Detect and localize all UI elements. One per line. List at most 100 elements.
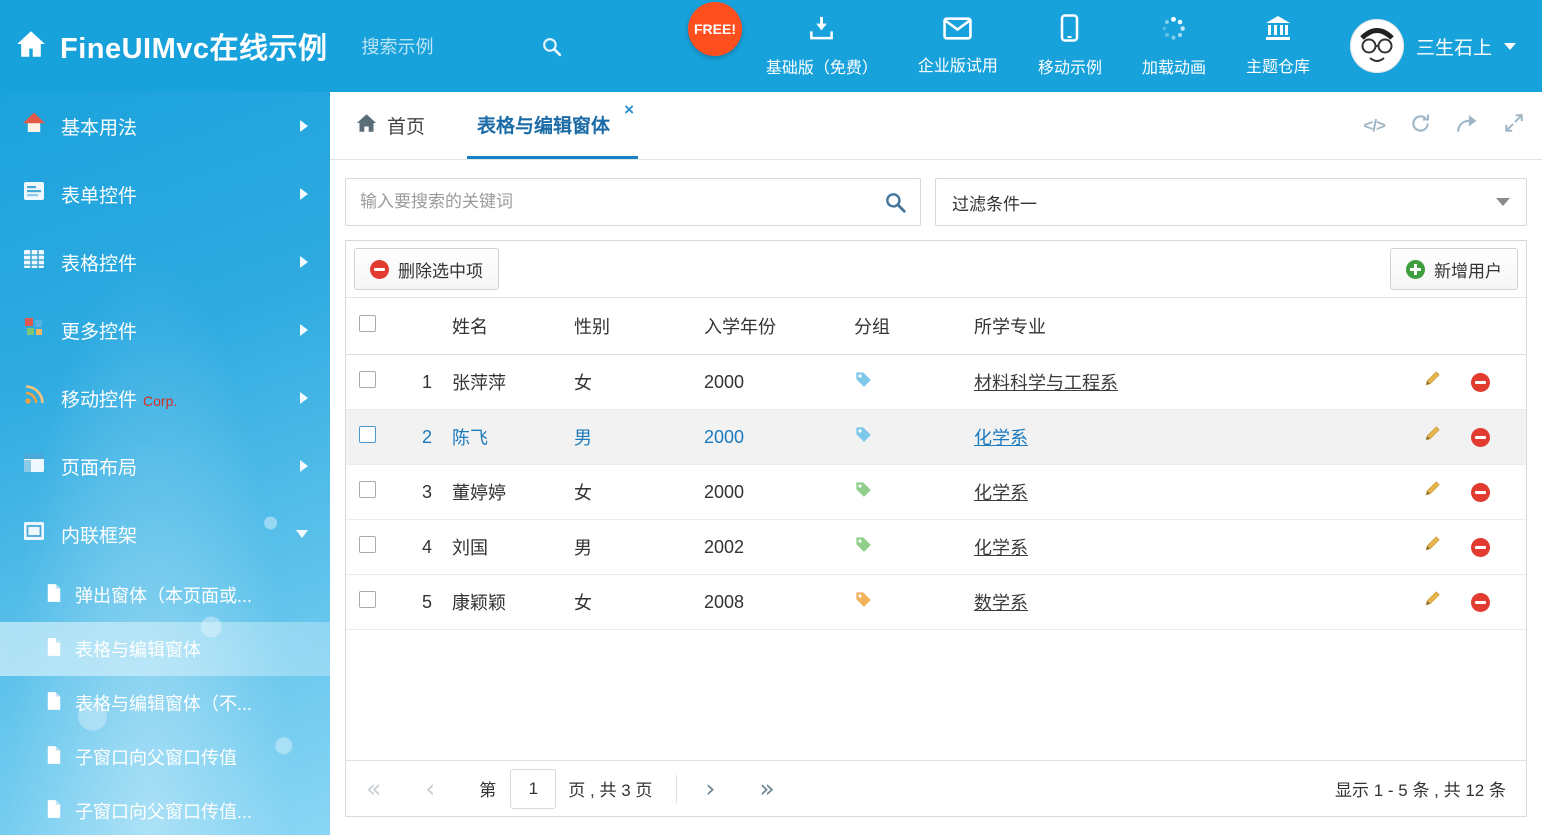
sidebar-item-form-controls[interactable]: 表单控件 bbox=[0, 160, 330, 228]
nav-item-enterprise-trial[interactable]: 企业版试用 bbox=[918, 17, 998, 76]
share-icon[interactable] bbox=[1456, 114, 1479, 138]
row-checkbox[interactable] bbox=[359, 371, 376, 388]
form-icon bbox=[22, 179, 46, 209]
row-index: 3 bbox=[402, 482, 452, 503]
keyword-search-input[interactable] bbox=[360, 192, 874, 212]
row-index: 1 bbox=[402, 372, 452, 393]
tag-icon[interactable] bbox=[854, 370, 873, 389]
keyword-search-box[interactable] bbox=[345, 178, 921, 226]
refresh-icon[interactable] bbox=[1410, 113, 1431, 139]
major-link[interactable]: 化学系 bbox=[974, 483, 1028, 503]
edit-icon[interactable] bbox=[1422, 480, 1441, 504]
expand-icon[interactable] bbox=[1504, 113, 1524, 138]
home-icon bbox=[356, 113, 377, 139]
row-checkbox[interactable] bbox=[359, 481, 376, 498]
sidebar-item-inline-frame[interactable]: 内联框架 bbox=[0, 500, 330, 568]
tag-icon[interactable] bbox=[854, 590, 873, 609]
major-link[interactable]: 材料科学与工程系 bbox=[974, 373, 1118, 393]
sidebar-subitem-popup-window[interactable]: 弹出窗体（本页面或... bbox=[0, 568, 330, 622]
table-row[interactable]: 1 张萍萍 女 2000 材料科学与工程系 bbox=[346, 355, 1526, 410]
sidebar-item-grid-controls[interactable]: 表格控件 bbox=[0, 228, 330, 296]
major-link[interactable]: 数学系 bbox=[974, 593, 1028, 613]
nav-item-theme-store[interactable]: 主题仓库 bbox=[1246, 15, 1310, 77]
cell-name: 陈飞 bbox=[452, 424, 574, 450]
sidebar-subitem-child-to-parent-2[interactable]: 子窗口向父窗口传值... bbox=[0, 784, 330, 835]
row-checkbox[interactable] bbox=[359, 426, 376, 443]
nav-item-basic-edition[interactable]: 基础版（免费） bbox=[766, 15, 878, 78]
brand[interactable]: FineUIMvc在线示例 bbox=[16, 25, 328, 67]
button-label: 删除选中项 bbox=[398, 257, 483, 282]
nav-item-loading-animations[interactable]: 加载动画 bbox=[1142, 15, 1206, 78]
column-header-group[interactable]: 分组 bbox=[854, 313, 974, 339]
chevron-right-icon bbox=[300, 460, 308, 472]
chevron-right-icon bbox=[300, 188, 308, 200]
delete-row-icon[interactable] bbox=[1471, 483, 1490, 502]
nav-item-label: 移动示例 bbox=[1038, 54, 1102, 78]
major-link[interactable]: 化学系 bbox=[974, 538, 1028, 558]
source-code-icon[interactable]: </> bbox=[1363, 116, 1385, 136]
first-page-button[interactable]: « bbox=[366, 776, 381, 801]
free-badge: FREE! bbox=[688, 2, 742, 56]
next-page-button[interactable]: › bbox=[705, 776, 715, 801]
last-page-button[interactable]: » bbox=[759, 776, 774, 801]
edit-icon[interactable] bbox=[1422, 535, 1441, 559]
table-row[interactable]: 2 陈飞 男 2000 化学系 bbox=[346, 410, 1526, 465]
filter-row: 过滤条件一 bbox=[345, 178, 1527, 226]
column-header-year[interactable]: 入学年份 bbox=[704, 313, 854, 339]
sidebar-item-label: 页面布局 bbox=[61, 453, 137, 480]
select-all-checkbox[interactable] bbox=[359, 315, 376, 332]
column-header-major[interactable]: 所学专业 bbox=[974, 313, 1406, 339]
chevron-down-icon bbox=[296, 530, 308, 538]
sidebar-item-basic-usage[interactable]: 基本用法 bbox=[0, 92, 330, 160]
user-menu[interactable]: 三生石上 bbox=[1350, 19, 1516, 73]
edit-icon[interactable] bbox=[1422, 590, 1441, 614]
search-icon[interactable] bbox=[884, 191, 906, 213]
frame-icon bbox=[22, 519, 46, 549]
delete-row-icon[interactable] bbox=[1471, 373, 1490, 392]
tag-icon[interactable] bbox=[854, 535, 873, 554]
column-header-gender[interactable]: 性别 bbox=[574, 313, 704, 339]
file-icon bbox=[46, 799, 62, 824]
tag-icon[interactable] bbox=[854, 480, 873, 499]
chevron-down-icon bbox=[1504, 43, 1516, 50]
sidebar-subitem-grid-edit-window[interactable]: 表格与编辑窗体 bbox=[0, 622, 330, 676]
edit-icon[interactable] bbox=[1422, 425, 1441, 449]
tag-icon[interactable] bbox=[854, 425, 873, 444]
header-search[interactable]: 搜索示例 bbox=[362, 33, 562, 59]
envelope-icon bbox=[943, 17, 972, 45]
edit-icon[interactable] bbox=[1422, 370, 1441, 394]
sidebar-subitem-grid-edit-window-2[interactable]: 表格与编辑窗体（不... bbox=[0, 676, 330, 730]
delete-selected-button[interactable]: 删除选中项 bbox=[354, 248, 499, 290]
table-row[interactable]: 3 董婷婷 女 2000 化学系 bbox=[346, 465, 1526, 520]
close-icon[interactable]: × bbox=[624, 101, 634, 118]
cell-year: 2002 bbox=[704, 537, 854, 558]
table-row[interactable]: 5 康颖颖 女 2008 数学系 bbox=[346, 575, 1526, 630]
sidebar-subitem-child-to-parent[interactable]: 子窗口向父窗口传值 bbox=[0, 730, 330, 784]
column-header-name[interactable]: 姓名 bbox=[452, 313, 574, 339]
filter-select[interactable]: 过滤条件一 bbox=[935, 178, 1527, 226]
add-user-button[interactable]: 新增用户 bbox=[1390, 248, 1518, 290]
search-icon[interactable] bbox=[541, 36, 562, 57]
row-checkbox[interactable] bbox=[359, 591, 376, 608]
tab-grid-edit-window[interactable]: 表格与编辑窗体 × bbox=[467, 92, 638, 159]
table-row[interactable]: 4 刘国 男 2002 化学系 bbox=[346, 520, 1526, 575]
page-number-input[interactable] bbox=[510, 769, 556, 809]
cell-year: 2000 bbox=[704, 482, 854, 503]
delete-row-icon[interactable] bbox=[1471, 428, 1490, 447]
prev-page-button[interactable]: ‹ bbox=[425, 776, 435, 801]
sidebar-item-page-layout[interactable]: 页面布局 bbox=[0, 432, 330, 500]
major-link[interactable]: 化学系 bbox=[974, 428, 1028, 448]
delete-row-icon[interactable] bbox=[1471, 538, 1490, 557]
home-icon[interactable] bbox=[16, 30, 46, 63]
delete-row-icon[interactable] bbox=[1471, 593, 1490, 612]
sidebar-item-label: 移动控件 bbox=[61, 385, 137, 412]
sidebar-item-more-controls[interactable]: 更多控件 bbox=[0, 296, 330, 364]
grid-panel: 删除选中项 新增用户 姓名 性别 入学年份 分组 所学专业 bbox=[345, 240, 1527, 817]
sidebar-item-mobile-controls[interactable]: 移动控件 Corp. bbox=[0, 364, 330, 432]
tab-home[interactable]: 首页 bbox=[348, 92, 433, 159]
pagination-bar: « ‹ 第 页 , 共 3 页 › » 显示 1 - 5 条 , 共 12 条 bbox=[346, 760, 1526, 816]
row-checkbox[interactable] bbox=[359, 536, 376, 553]
nav-item-mobile-demo[interactable]: 移动示例 bbox=[1038, 14, 1102, 78]
sidebar-item-label: 表单控件 bbox=[61, 181, 137, 208]
header-search-placeholder: 搜索示例 bbox=[362, 33, 434, 59]
